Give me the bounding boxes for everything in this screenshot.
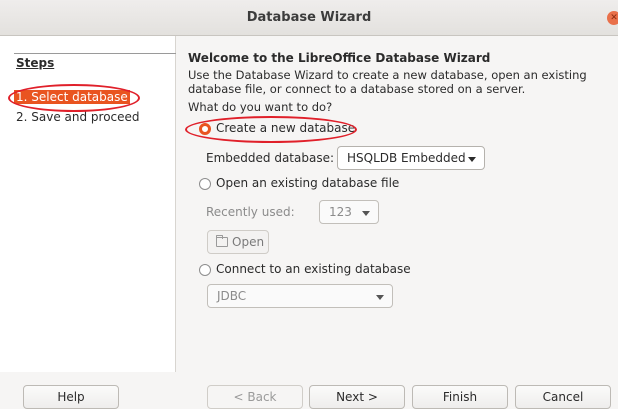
annotation-circle-step bbox=[8, 84, 140, 112]
database-wizard-window: Database Wizard ✕ Steps 1. Select databa… bbox=[0, 0, 618, 409]
connection-type-value: JDBC bbox=[217, 289, 247, 303]
close-icon[interactable]: ✕ bbox=[607, 11, 618, 25]
folder-icon bbox=[216, 235, 228, 247]
wizard-description: Use the Database Wizard to create a new … bbox=[188, 68, 587, 96]
open-button-label: Open bbox=[232, 235, 265, 249]
wizard-main-panel: Welcome to the LibreOffice Database Wiza… bbox=[176, 36, 618, 372]
steps-heading: Steps bbox=[16, 56, 55, 70]
recently-used-select[interactable]: 123 bbox=[319, 200, 379, 224]
button-bar: Help < Back Next > Finish Cancel bbox=[0, 372, 618, 409]
embedded-database-value: HSQLDB Embedded bbox=[347, 151, 466, 165]
back-button[interactable]: < Back bbox=[207, 385, 303, 409]
wizard-heading: Welcome to the LibreOffice Database Wiza… bbox=[188, 51, 491, 65]
steps-sidebar: Steps 1. Select database 2. Save and pro… bbox=[0, 36, 176, 372]
title-bar: Database Wizard ✕ bbox=[0, 0, 618, 36]
window-title: Database Wizard bbox=[246, 10, 372, 25]
next-button[interactable]: Next > bbox=[309, 385, 405, 409]
embedded-database-select[interactable]: HSQLDB Embedded bbox=[337, 146, 485, 170]
open-file-button[interactable]: Open bbox=[207, 230, 269, 254]
chevron-down-icon bbox=[362, 211, 370, 216]
connection-type-select[interactable]: JDBC bbox=[207, 284, 393, 308]
chevron-down-icon bbox=[376, 295, 384, 300]
chevron-down-icon bbox=[468, 157, 476, 162]
open-existing-label[interactable]: Open an existing database file bbox=[216, 176, 399, 190]
connect-existing-label[interactable]: Connect to an existing database bbox=[216, 262, 411, 276]
open-existing-radio[interactable] bbox=[199, 178, 211, 190]
steps-divider bbox=[14, 53, 176, 54]
recently-used-value: 123 bbox=[329, 205, 352, 219]
help-button[interactable]: Help bbox=[23, 385, 119, 409]
wizard-question: What do you want to do? bbox=[188, 100, 333, 114]
finish-button[interactable]: Finish bbox=[412, 385, 508, 409]
annotation-circle-create bbox=[185, 116, 357, 143]
embedded-database-label: Embedded database: bbox=[206, 151, 334, 165]
recently-used-label: Recently used: bbox=[206, 205, 295, 219]
step-save-and-proceed[interactable]: 2. Save and proceed bbox=[16, 110, 140, 124]
connect-existing-radio[interactable] bbox=[199, 264, 211, 276]
cancel-button[interactable]: Cancel bbox=[515, 385, 611, 409]
